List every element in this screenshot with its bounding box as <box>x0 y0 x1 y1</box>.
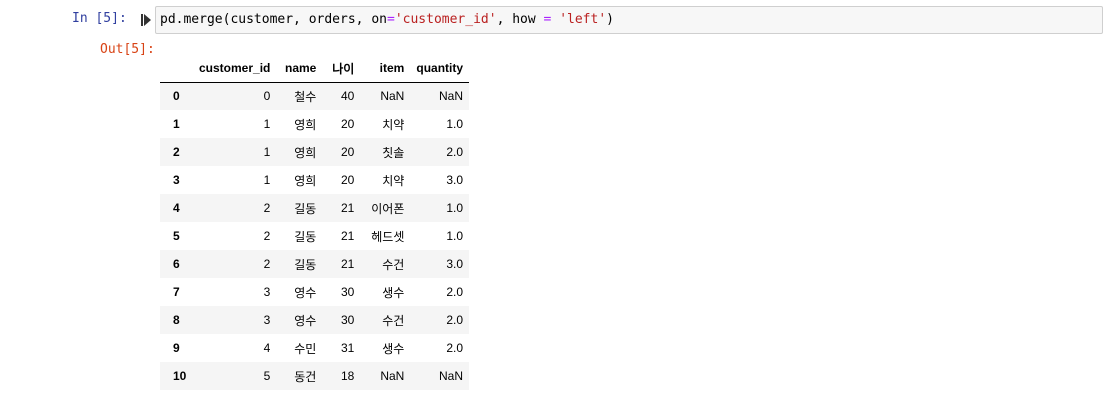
row-index: 1 <box>173 117 180 131</box>
cell-customer-id: 3 <box>263 313 271 327</box>
input-prompt: In [5]: <box>72 11 127 26</box>
cell-name: 영수 <box>294 285 317 300</box>
table-row: 6 2 길동 21 수건 3.0 <box>160 250 470 278</box>
table-row: 10 5 동건 18 NaN NaN <box>160 362 470 390</box>
header-item: item <box>360 55 411 83</box>
cell-customer-id: 2 <box>263 257 271 271</box>
cell-item: NaN <box>380 89 405 104</box>
cell-name: 철수 <box>294 89 317 104</box>
table-row: 5 2 길동 21 헤드셋 1.0 <box>160 222 469 250</box>
cell-name: 영희 <box>294 145 317 160</box>
cell-name: 길동 <box>294 201 317 216</box>
code-token: , how <box>496 12 544 27</box>
table-header: customer_id name 나이 item quantity <box>160 55 470 83</box>
cell-quantity: 2.0 <box>446 145 464 159</box>
row-index: 7 <box>173 285 180 299</box>
header-row: customer_id name 나이 item quantity <box>160 55 470 83</box>
row-index: 2 <box>173 145 180 159</box>
run-cell-icon[interactable] <box>140 13 152 27</box>
code-token: ) <box>606 12 614 27</box>
cell-quantity: 1.0 <box>446 201 464 215</box>
cell-customer-id: 1 <box>263 145 271 159</box>
cell-item: 치약 <box>382 173 405 188</box>
cell-customer-id: 1 <box>263 117 271 131</box>
table-row: 4 2 길동 21 이어폰 1.0 <box>160 194 470 222</box>
cell-name: 영희 <box>294 117 317 132</box>
row-index: 9 <box>173 341 180 355</box>
cell-age: 21 <box>341 229 355 243</box>
cell-name: 수민 <box>294 341 317 356</box>
cell-age: 21 <box>341 257 355 271</box>
cell-quantity: 2.0 <box>446 313 464 327</box>
cell-age: 21 <box>341 201 355 215</box>
cell-age: 20 <box>341 117 355 131</box>
cell-age: 30 <box>341 313 355 327</box>
cell-customer-id: 3 <box>263 285 271 299</box>
table-row: 9 4 수민 31 생수 2.0 <box>160 334 469 362</box>
table-row: 1 1 영희 20 치약 1.0 <box>160 110 469 138</box>
cell-age: 30 <box>341 285 355 299</box>
row-index: 10 <box>173 369 187 383</box>
header-customer-id: customer_id <box>193 55 277 83</box>
cell-customer-id: 5 <box>263 369 271 383</box>
row-index: 4 <box>173 201 180 215</box>
header-age: 나이 <box>322 55 361 83</box>
cell-age: 18 <box>341 369 355 383</box>
cell-name: 동건 <box>294 369 317 384</box>
row-index: 5 <box>173 229 180 243</box>
cell-item: 칫솔 <box>382 145 405 160</box>
cell-item: 생수 <box>382 341 405 356</box>
cell-item: NaN <box>380 369 405 383</box>
cell-customer-id: 0 <box>263 89 271 104</box>
table-row: 2 1 영희 20 칫솔 2.0 <box>160 138 470 166</box>
row-index: 3 <box>173 173 180 187</box>
cell-item: 수건 <box>382 257 405 272</box>
cell-name: 길동 <box>294 229 317 244</box>
cell-quantity: 1.0 <box>446 117 464 131</box>
cell-item: 수건 <box>382 313 405 328</box>
code-token-string: 'left' <box>559 12 607 27</box>
cell-age: 40 <box>341 89 355 104</box>
row-index: 6 <box>173 257 180 271</box>
table-row: 8 3 영수 30 수건 2.0 <box>160 306 470 334</box>
table-row: 0 0 철수 40 NaN NaN <box>160 82 470 110</box>
cell-age: 31 <box>341 341 355 355</box>
output-prompt: Out[5]: <box>100 42 155 57</box>
cell-age: 20 <box>341 173 355 187</box>
code-token-operator: = <box>386 12 395 27</box>
table-row: 3 1 영희 20 치약 3.0 <box>160 166 469 194</box>
cell-name: 영수 <box>294 313 317 328</box>
cell-item: 생수 <box>382 285 405 300</box>
cell-item: 치약 <box>382 117 405 132</box>
code-token-string: 'customer_id' <box>394 12 497 27</box>
cell-quantity: 3.0 <box>446 173 464 187</box>
cell-customer-id: 2 <box>263 229 271 243</box>
cell-quantity: NaN <box>439 369 464 383</box>
cell-name: 길동 <box>294 257 317 272</box>
cell-customer-id: 4 <box>263 341 271 355</box>
table-row: 7 3 영수 30 생수 2.0 <box>160 278 469 306</box>
dataframe-table: customer_id name 나이 item quantity 0 0 철수 40… <box>160 55 470 390</box>
row-index: 8 <box>173 313 180 327</box>
header-index <box>160 55 193 83</box>
header-name: name <box>276 55 323 83</box>
code-input-cell[interactable]: pd.merge(customer, orders, on='customer_… <box>155 6 1103 34</box>
cell-age: 20 <box>341 145 355 159</box>
cell-customer-id: 2 <box>263 201 271 215</box>
cell-name: 영희 <box>294 173 317 188</box>
cell-quantity: 3.0 <box>446 257 464 271</box>
cell-quantity: NaN <box>439 89 464 104</box>
cell-quantity: 2.0 <box>446 341 464 355</box>
cell-item: 이어폰 <box>371 201 405 216</box>
cell-quantity: 1.0 <box>446 229 464 243</box>
cell-item: 헤드셋 <box>371 229 405 244</box>
code-token: pd.merge(customer, orders, on <box>160 12 387 27</box>
cell-customer-id: 1 <box>263 173 271 187</box>
row-index: 0 <box>173 89 180 104</box>
table-body: 0 0 철수 40 NaN NaN 1 1 영희 20 치약 1.0 2 1 영희 20 칫솔 2.0 3 1 영희 20… <box>160 82 470 390</box>
cell-quantity: 2.0 <box>446 285 464 299</box>
header-quantity: quantity <box>410 55 470 83</box>
